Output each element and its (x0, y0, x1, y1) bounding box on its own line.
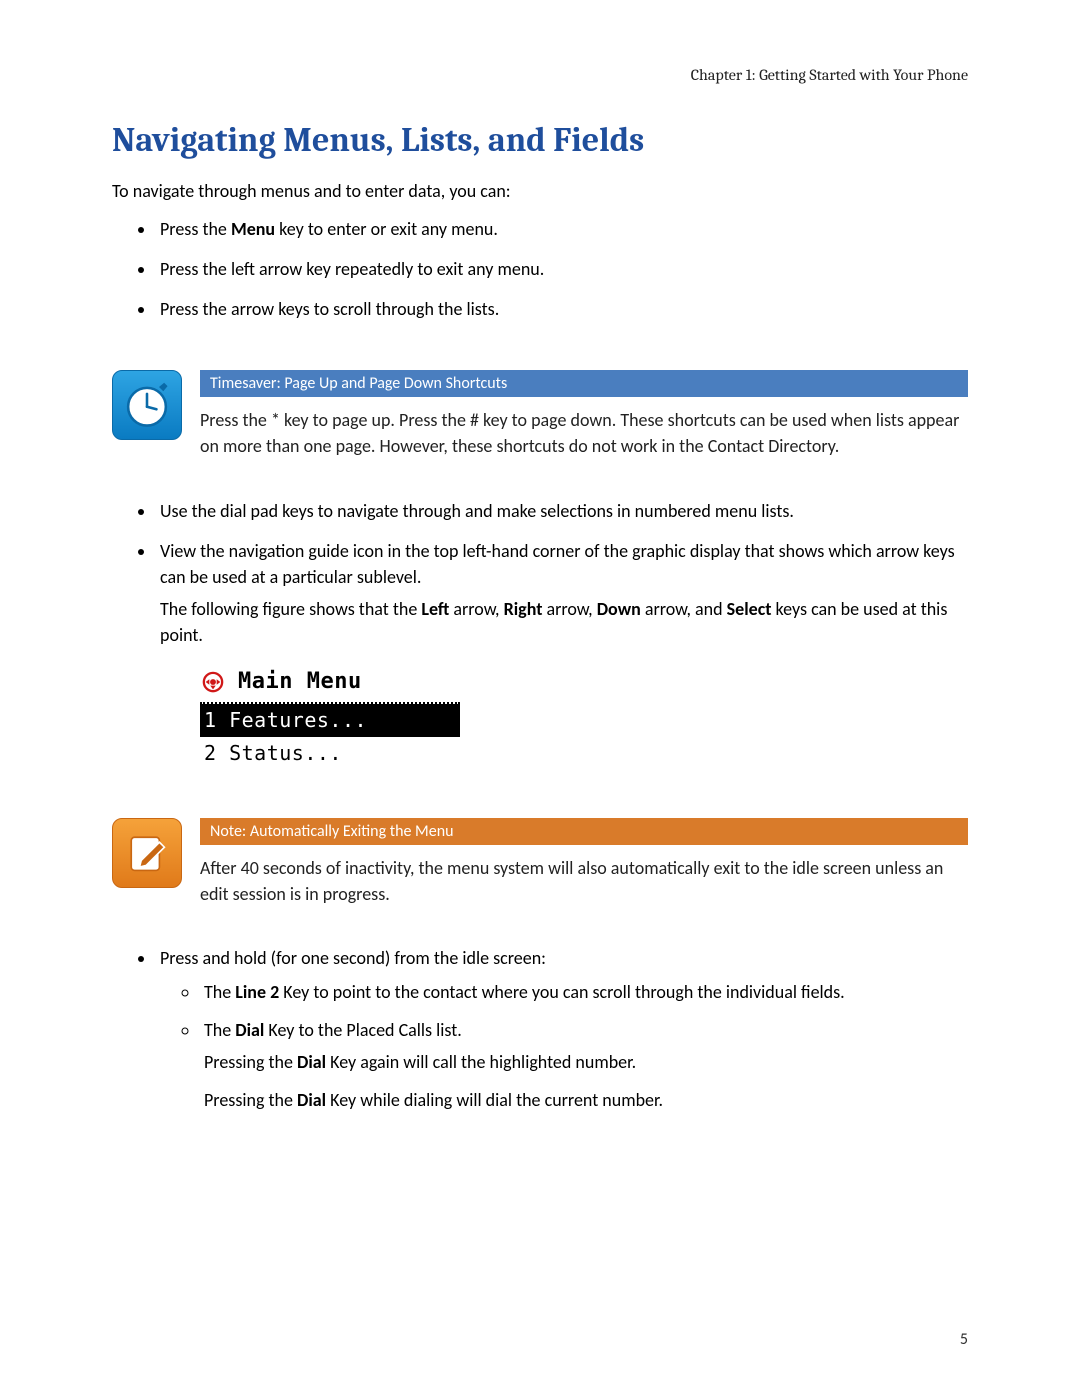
note-pencil-icon (112, 818, 182, 888)
text: The (204, 981, 235, 1003)
text: The following figure shows that the (160, 598, 421, 620)
text-bold: Dial (297, 1051, 326, 1073)
text: Key to the Placed Calls list. (264, 1019, 462, 1041)
nav-guide-icon (202, 671, 224, 693)
page-number: 5 (960, 1330, 968, 1349)
text: View the navigation guide icon in the to… (160, 540, 955, 588)
note-callout: Note: Automatically Exiting the Menu Aft… (112, 818, 968, 907)
list-item: The Line 2 Key to point to the contact w… (200, 979, 968, 1005)
timesaver-content: Timesaver: Page Up and Page Down Shortcu… (200, 370, 968, 459)
list-item: Press the left arrow key repeatedly to e… (156, 256, 968, 282)
list-item: The Dial Key to the Placed Calls list. P… (200, 1017, 968, 1113)
list-item-paragraph: Pressing the Dial Key while dialing will… (204, 1087, 968, 1113)
text-bold: Dial (297, 1089, 326, 1111)
clock-icon (112, 370, 182, 440)
text: Pressing the (204, 1089, 297, 1111)
list-item: Use the dial pad keys to navigate throug… (156, 498, 968, 524)
timesaver-callout: Timesaver: Page Up and Page Down Shortcu… (112, 370, 968, 459)
text-bold: Menu (231, 218, 275, 240)
text: arrow, (449, 598, 503, 620)
phone-lcd-title-row: Main Menu (200, 666, 460, 700)
text: Press the (160, 218, 231, 240)
page-header: Chapter 1: Getting Started with Your Pho… (691, 66, 968, 84)
text: Key to point to the contact where you ca… (279, 981, 844, 1003)
nav-bullet-list-2: Use the dial pad keys to navigate throug… (112, 498, 968, 770)
phone-lcd-row-selected: 1 Features... (200, 704, 460, 737)
text: arrow, and (641, 598, 727, 620)
note-body: After 40 seconds of inactivity, the menu… (200, 855, 968, 907)
nav-bullet-list-1: Press the Menu key to enter or exit any … (112, 216, 968, 322)
text: The (204, 1019, 235, 1041)
text-bold: Left (421, 598, 449, 620)
text: Key again will call the highlighted numb… (326, 1051, 636, 1073)
text-bold: Line 2 (235, 981, 279, 1003)
phone-lcd-title: Main Menu (238, 666, 362, 698)
list-item: Press the Menu key to enter or exit any … (156, 216, 968, 242)
text-bold: Select (727, 598, 772, 620)
intro-paragraph: To navigate through menus and to enter d… (112, 178, 968, 204)
list-item: Press and hold (for one second) from the… (156, 945, 968, 1113)
list-item-paragraph: The following figure shows that the Left… (160, 596, 968, 648)
nav-sub-bullet-list: The Line 2 Key to point to the contact w… (160, 979, 968, 1113)
list-item: View the navigation guide icon in the to… (156, 538, 968, 770)
note-content: Note: Automatically Exiting the Menu Aft… (200, 818, 968, 907)
note-icon-col (112, 818, 182, 888)
text: arrow, (542, 598, 596, 620)
text: Key while dialing will dial the current … (326, 1089, 663, 1111)
text-bold: Dial (235, 1019, 264, 1041)
text: Press and hold (for one second) from the… (160, 947, 546, 969)
timesaver-body: Press the * key to page up. Press the # … (200, 407, 968, 459)
list-item-paragraph: Pressing the Dial Key again will call th… (204, 1049, 968, 1075)
timesaver-icon-col (112, 370, 182, 440)
timesaver-title: Timesaver: Page Up and Page Down Shortcu… (200, 370, 968, 397)
text-bold: Down (597, 598, 641, 620)
list-item: Press the arrow keys to scroll through t… (156, 296, 968, 322)
text: key to enter or exit any menu. (275, 218, 498, 240)
document-page: Chapter 1: Getting Started with Your Pho… (0, 0, 1080, 1397)
section-heading: Navigating Menus, Lists, and Fields (112, 120, 968, 160)
phone-lcd-row: 2 Status... (200, 737, 460, 770)
note-title: Note: Automatically Exiting the Menu (200, 818, 968, 845)
phone-lcd-figure: Main Menu 1 Features... 2 Status... (200, 666, 460, 770)
text-bold: Right (504, 598, 543, 620)
nav-bullet-list-3: Press and hold (for one second) from the… (112, 945, 968, 1113)
text: Pressing the (204, 1051, 297, 1073)
